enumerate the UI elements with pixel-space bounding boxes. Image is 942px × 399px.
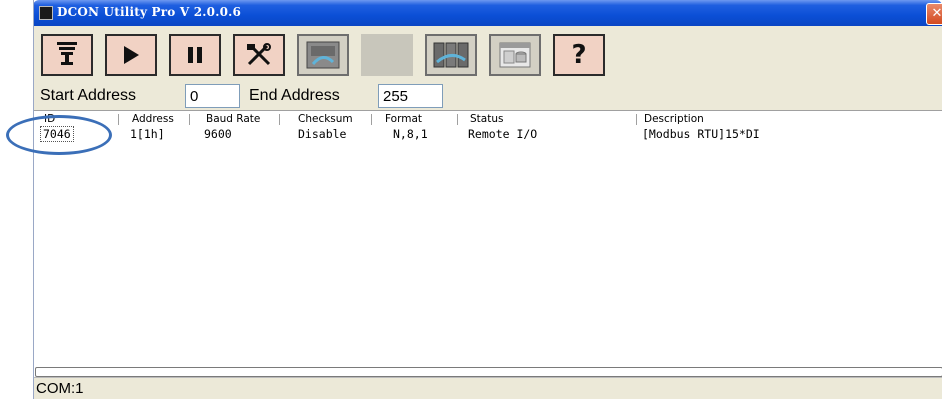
database-button[interactable] xyxy=(489,34,541,76)
column-header-address[interactable]: Address xyxy=(132,113,174,125)
module-config-button[interactable] xyxy=(297,34,349,76)
tools-icon xyxy=(247,43,271,66)
cell-address[interactable]: 1[1h] xyxy=(130,127,165,141)
column-header-checksum[interactable]: Checksum xyxy=(298,113,353,125)
close-button[interactable]: ✕ xyxy=(926,3,942,25)
toolbar: ? xyxy=(33,26,942,84)
end-address-input[interactable] xyxy=(378,84,443,108)
column-divider[interactable] xyxy=(371,114,372,125)
module-table: ID Address Baud Rate Checksum Format Sta… xyxy=(33,110,942,365)
table-row[interactable]: 7046 1[1h] 9600 Disable N,8,1 Remote I/O… xyxy=(33,126,942,142)
start-search-button[interactable] xyxy=(105,34,157,76)
window-db-icon xyxy=(499,42,531,68)
window-title: DCON Utility Pro V 2.0.0.6 xyxy=(57,5,242,19)
app-window: DCON Utility Pro V 2.0.0.6 ✕ ? Start Add… xyxy=(33,0,942,399)
blank-button xyxy=(361,34,413,76)
end-address-label: End Address xyxy=(249,87,340,104)
plug-icon xyxy=(57,42,77,65)
column-divider[interactable] xyxy=(189,114,190,125)
play-icon xyxy=(124,46,139,64)
window-left-edge xyxy=(33,0,34,399)
cell-checksum[interactable]: Disable xyxy=(298,127,346,141)
column-divider[interactable] xyxy=(118,114,119,125)
cell-status[interactable]: Remote I/O xyxy=(468,127,537,141)
column-header-status[interactable]: Status xyxy=(470,113,503,125)
column-header-format[interactable]: Format xyxy=(385,113,422,125)
cell-baud-rate[interactable]: 9600 xyxy=(204,127,232,141)
start-address-input[interactable] xyxy=(185,84,240,108)
cell-description[interactable]: [Modbus RTU]15*DI xyxy=(642,127,760,141)
progress-bar xyxy=(35,367,942,377)
search-com-port-button[interactable] xyxy=(41,34,93,76)
annotation-ellipse xyxy=(6,115,112,155)
status-bar: COM:1 xyxy=(33,377,942,399)
column-divider[interactable] xyxy=(457,114,458,125)
start-address-label: Start Address xyxy=(40,87,137,104)
help-button[interactable]: ? xyxy=(553,34,605,76)
com-port-status: COM:1 xyxy=(36,380,84,397)
column-header-baud-rate[interactable]: Baud Rate xyxy=(206,113,260,125)
pause-icon xyxy=(188,47,202,63)
cell-format[interactable]: N,8,1 xyxy=(393,127,428,141)
title-bar[interactable]: DCON Utility Pro V 2.0.0.6 ✕ xyxy=(33,0,942,26)
module-icon xyxy=(306,41,340,69)
tools-button[interactable] xyxy=(233,34,285,76)
terminal-icon xyxy=(433,42,469,68)
app-icon xyxy=(39,6,53,20)
column-divider[interactable] xyxy=(636,114,637,125)
table-header: ID Address Baud Rate Checksum Format Sta… xyxy=(33,113,942,125)
column-divider[interactable] xyxy=(279,114,280,125)
module-terminal-button[interactable] xyxy=(425,34,477,76)
stop-search-button[interactable] xyxy=(169,34,221,76)
question-icon: ? xyxy=(571,40,587,70)
column-header-description[interactable]: Description xyxy=(644,113,704,125)
address-bar: Start Address End Address xyxy=(33,84,942,110)
